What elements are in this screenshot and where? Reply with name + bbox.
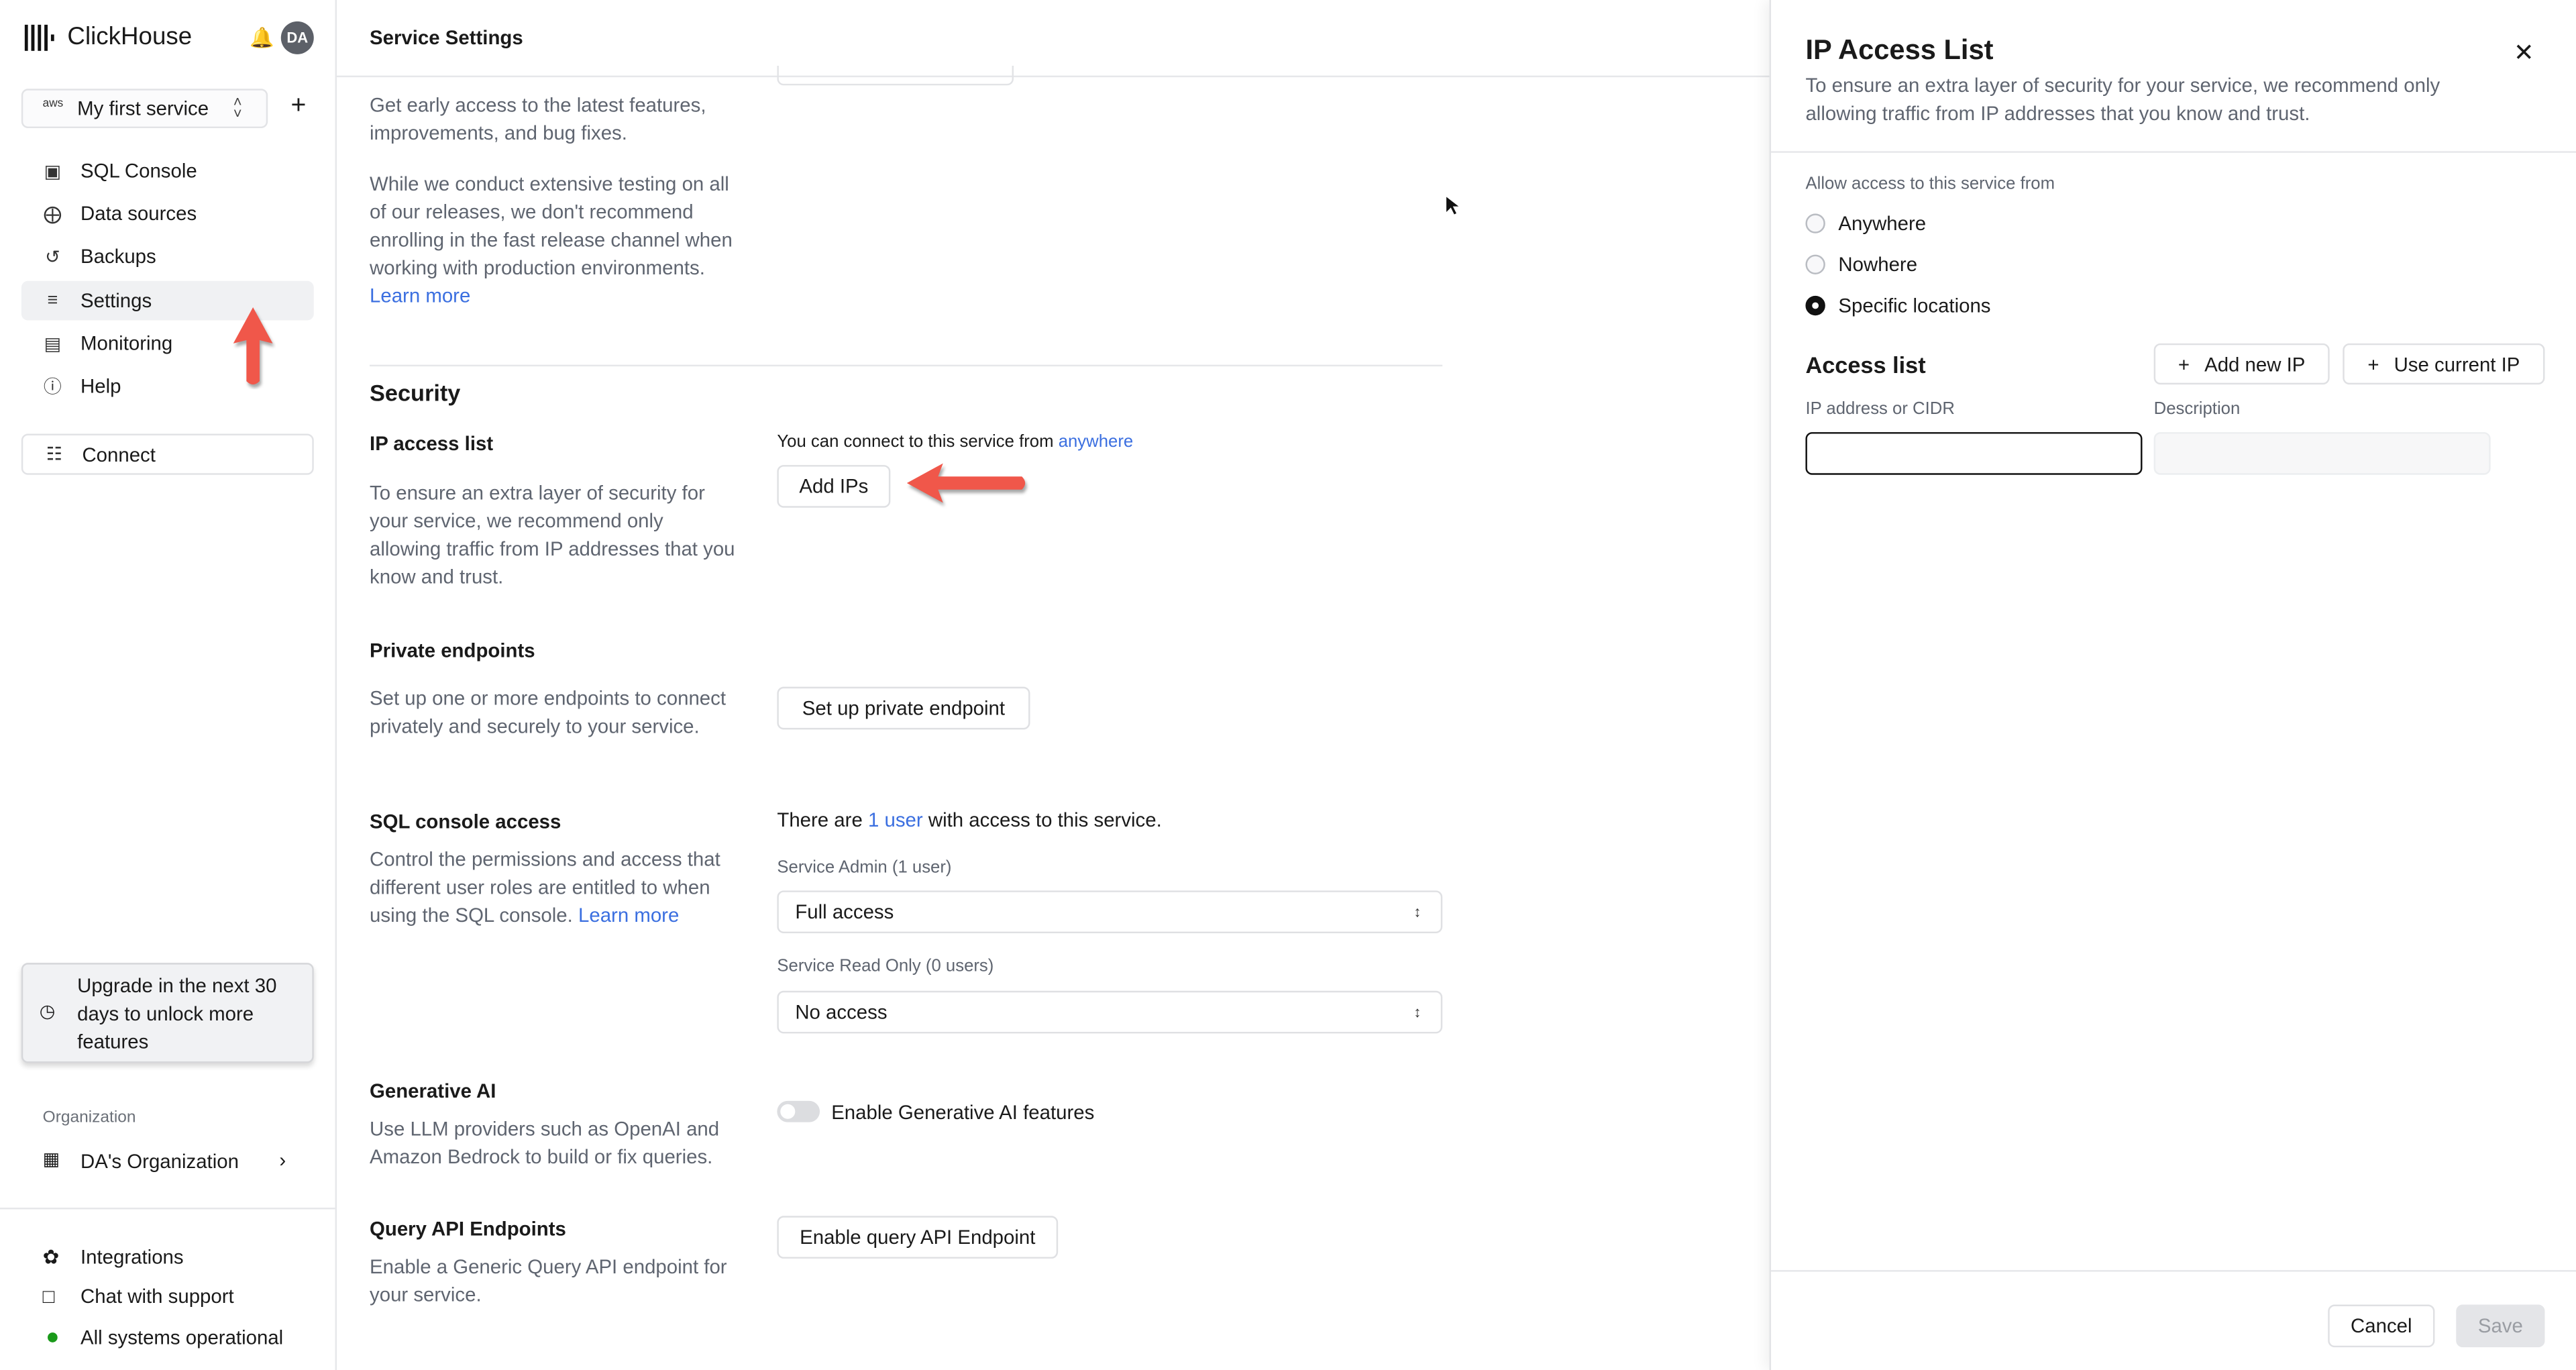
building-icon: ▦ xyxy=(42,1150,60,1170)
gen-ai-toggle[interactable] xyxy=(777,1100,820,1122)
access-list-heading: Access list xyxy=(1805,352,1926,378)
chevron-right-icon: › xyxy=(279,1148,286,1172)
avatar[interactable]: DA xyxy=(280,21,314,54)
release-desc-2: While we conduct extensive testing on al… xyxy=(370,172,733,307)
description-label: Description xyxy=(2153,399,2241,419)
description-input[interactable] xyxy=(2153,432,2491,475)
sidebar: ClickHouse 🔔 DA aws My first service ˄ ˅ … xyxy=(0,0,337,1370)
security-heading: Security xyxy=(370,379,461,406)
sql-console-title: SQL console access xyxy=(370,810,561,833)
panel-title: IP Access List xyxy=(1805,34,1994,66)
add-ips-button[interactable]: Add IPs xyxy=(777,465,891,508)
organization-label: Organization xyxy=(42,1109,136,1128)
chart-icon: ▤ xyxy=(44,334,62,354)
mouse-cursor-icon xyxy=(1444,194,1463,225)
cancel-button[interactable]: Cancel xyxy=(2328,1304,2435,1348)
upgrade-banner[interactable]: ◷ Upgrade in the next 30 days to unlock … xyxy=(21,963,314,1063)
radio-button[interactable] xyxy=(1805,254,1825,274)
allow-access-label: Allow access to this service from xyxy=(1805,174,2055,194)
data-sources-icon: ⨁ xyxy=(43,204,62,225)
aws-icon: aws xyxy=(42,98,64,111)
release-learn-more-link[interactable]: Learn more xyxy=(370,284,470,307)
footer-divider xyxy=(1771,1270,2576,1272)
users-link[interactable]: 1 user xyxy=(868,808,923,831)
gen-ai-desc: Use LLM providers such as OpenAI and Ama… xyxy=(370,1117,720,1169)
panel-divider xyxy=(1771,151,2576,153)
chevron-updown-icon: ↕ xyxy=(1413,1004,1421,1020)
sql-console-status: There are 1 user with access to this ser… xyxy=(777,808,1162,832)
sidebar-item-backups[interactable]: ↺ Backups xyxy=(21,237,314,276)
service-name: My first service xyxy=(77,97,209,120)
add-service-button[interactable]: + xyxy=(290,92,306,121)
private-endpoints-title: Private endpoints xyxy=(370,639,535,662)
release-desc-1: Get early access to the latest features,… xyxy=(370,93,706,145)
clock-icon: ◷ xyxy=(39,1002,56,1022)
radio-button[interactable] xyxy=(1805,295,1825,316)
service-admin-label: Service Admin (1 user) xyxy=(777,857,952,878)
ip-access-desc: To ensure an extra layer of security for… xyxy=(370,481,735,588)
backup-icon: ↺ xyxy=(45,247,60,267)
service-readonly-label: Service Read Only (0 users) xyxy=(777,956,994,976)
query-api-title: Query API Endpoints xyxy=(370,1217,566,1241)
brand-name: ClickHouse xyxy=(67,23,193,51)
anywhere-link[interactable]: anywhere xyxy=(1059,432,1134,452)
integrations-link[interactable]: ✿ Integrations xyxy=(43,1245,184,1268)
annotation-arrow-up xyxy=(233,307,273,385)
ip-address-input[interactable] xyxy=(1805,432,2143,475)
sidebar-divider xyxy=(0,1208,335,1210)
header-divider xyxy=(337,75,1770,78)
system-status[interactable]: All systems operational xyxy=(43,1326,283,1349)
save-button[interactable]: Save xyxy=(2456,1304,2545,1348)
ip-address-label: IP address or CIDR xyxy=(1805,399,1955,419)
status-dot-icon xyxy=(48,1332,58,1342)
panel-desc: To ensure an extra layer of security for… xyxy=(1805,74,2440,125)
monitor-icon: ▣ xyxy=(44,162,62,182)
ip-access-title: IP access list xyxy=(370,432,494,456)
annotation-arrow-left xyxy=(906,463,1026,503)
bell-icon[interactable]: 🔔 xyxy=(250,26,274,49)
close-icon[interactable]: ✕ xyxy=(2514,38,2534,68)
chat-support-link[interactable]: □ Chat with support xyxy=(43,1285,234,1308)
service-admin-select[interactable]: Full access ↕ xyxy=(777,890,1443,934)
ip-access-status: You can connect to this service from any… xyxy=(777,432,1134,452)
setup-private-endpoint-button[interactable]: Set up private endpoint xyxy=(777,686,1030,730)
plus-icon: + xyxy=(2178,352,2190,376)
gen-ai-title: Generative AI xyxy=(370,1079,496,1103)
chevron-updown-icon: ↕ xyxy=(1413,903,1421,920)
sql-console-learn-more-link[interactable]: Learn more xyxy=(578,904,679,927)
puzzle-icon: ✿ xyxy=(42,1245,60,1269)
organization-selector[interactable]: ▦ DA's Organization › xyxy=(43,1149,298,1178)
sidebar-item-data-sources[interactable]: ⨁ Data sources xyxy=(21,194,314,233)
private-endpoints-desc: Set up one or more endpoints to connect … xyxy=(370,686,726,738)
use-current-ip-button[interactable]: + Use current IP xyxy=(2343,343,2545,385)
service-selector[interactable]: aws My first service ˄ ˅ xyxy=(21,89,268,129)
page-title: Service Settings xyxy=(370,26,523,50)
query-api-desc: Enable a Generic Query API endpoint for … xyxy=(370,1255,727,1306)
chat-icon: □ xyxy=(42,1285,55,1308)
upgrade-text: Upgrade in the next 30 days to unlock mo… xyxy=(77,974,277,1053)
chevron-updown-icon: ˄ ˅ xyxy=(233,93,242,122)
section-divider xyxy=(370,364,1443,367)
plus-icon: + xyxy=(2367,352,2379,376)
help-icon: ⓘ xyxy=(43,378,62,398)
connect-icon: ☷ xyxy=(46,445,62,466)
ip-access-list-panel: IP Access List ✕ To ensure an extra laye… xyxy=(1769,0,2576,1370)
radio-button[interactable] xyxy=(1805,213,1825,233)
add-new-ip-button[interactable]: + Add new IP xyxy=(2153,343,2330,385)
sliders-icon: ≡ xyxy=(47,291,58,311)
sidebar-item-sql-console[interactable]: ▣ SQL Console xyxy=(21,151,314,191)
gen-ai-toggle-label: Enable Generative AI features xyxy=(831,1100,1095,1124)
connect-button[interactable]: ☷ Connect xyxy=(21,433,314,475)
service-readonly-select[interactable]: No access ↕ xyxy=(777,990,1443,1034)
clickhouse-logo-icon xyxy=(24,24,54,51)
sql-console-desc: Control the permissions and access that … xyxy=(370,847,720,927)
enable-query-api-button[interactable]: Enable query API Endpoint xyxy=(777,1216,1059,1259)
release-channel-select[interactable] xyxy=(777,65,1014,86)
